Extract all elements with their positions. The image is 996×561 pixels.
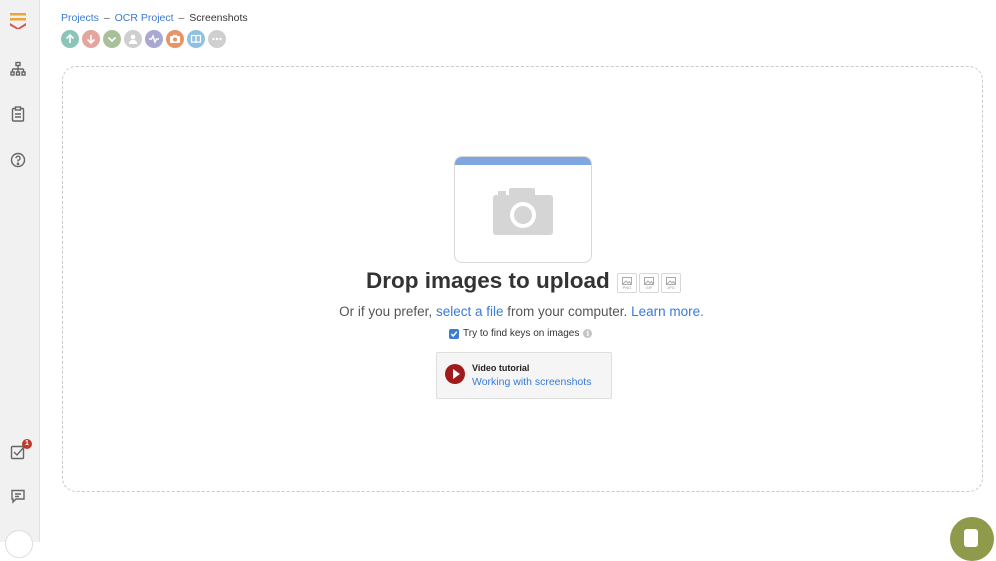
illustration-header-bar xyxy=(455,157,591,165)
upload-icon xyxy=(65,33,75,43)
find-keys-option: Try to find keys on images i xyxy=(449,328,593,339)
more-icon xyxy=(212,37,222,41)
upload-illustration xyxy=(454,156,592,263)
select-file-link[interactable]: select a file xyxy=(436,304,504,319)
info-icon[interactable]: i xyxy=(583,329,593,338)
format-label: JPG xyxy=(667,284,675,290)
more-button[interactable] xyxy=(208,30,226,48)
download-button[interactable] xyxy=(82,30,100,48)
video-tutorial-link[interactable]: Working with screenshots xyxy=(472,376,591,388)
format-label: PNG xyxy=(622,284,632,290)
instructions-middle: from your computer. xyxy=(507,304,628,319)
format-icons: PNG GIF JPG xyxy=(617,273,681,293)
jpg-file-icon: JPG xyxy=(661,273,681,293)
drop-title: Drop images to upload xyxy=(366,268,610,293)
video-tutorial-label: Video tutorial xyxy=(472,363,530,373)
contributors-button[interactable] xyxy=(124,30,142,48)
structure-icon[interactable] xyxy=(9,60,27,78)
comments-icon[interactable] xyxy=(9,487,27,505)
camera-icon xyxy=(493,188,553,235)
breadcrumb-project-link[interactable]: OCR Project xyxy=(115,12,174,24)
breadcrumb-current: Screenshots xyxy=(189,12,248,24)
format-label: GIF xyxy=(645,284,653,290)
toolbar xyxy=(61,30,226,48)
find-keys-label[interactable]: Try to find keys on images xyxy=(463,328,579,339)
find-keys-checkbox[interactable] xyxy=(449,328,459,339)
upload-instructions: Or if you prefer, select a file from you… xyxy=(0,304,996,319)
chat-button[interactable] xyxy=(950,517,994,561)
breadcrumb-separator: – xyxy=(178,12,185,24)
menu-logo-icon[interactable] xyxy=(9,11,27,29)
book-icon xyxy=(190,34,202,44)
learn-more-link[interactable]: Learn more. xyxy=(631,304,704,319)
png-file-icon: PNG xyxy=(617,273,637,293)
review-button[interactable] xyxy=(103,30,121,48)
avatar[interactable] xyxy=(5,530,33,558)
activity-icon xyxy=(149,34,159,44)
checkmark-icon xyxy=(107,36,117,43)
chat-icon xyxy=(964,529,978,547)
breadcrumb: Projects – OCR Project – Screenshots xyxy=(61,12,248,24)
glossary-button[interactable] xyxy=(187,30,205,48)
breadcrumb-separator: – xyxy=(103,12,110,24)
sidebar: 1 xyxy=(0,0,40,558)
gif-file-icon: GIF xyxy=(639,273,659,293)
breadcrumb-projects-link[interactable]: Projects xyxy=(61,12,99,24)
play-icon[interactable] xyxy=(445,364,465,384)
clipboard-icon[interactable] xyxy=(9,105,27,123)
notification-badge: 1 xyxy=(22,439,32,449)
download-icon xyxy=(86,35,96,45)
help-icon[interactable] xyxy=(9,151,27,169)
instructions-prefix: Or if you prefer, xyxy=(339,304,433,319)
screenshots-button[interactable] xyxy=(166,30,184,48)
user-icon xyxy=(128,34,138,44)
check-icon xyxy=(450,330,458,337)
activity-button[interactable] xyxy=(145,30,163,48)
video-tutorial-card[interactable]: Video tutorial Working with screenshots xyxy=(436,352,612,399)
upload-button[interactable] xyxy=(61,30,79,48)
tasks-icon[interactable]: 1 xyxy=(9,439,32,461)
camera-icon xyxy=(170,34,180,43)
